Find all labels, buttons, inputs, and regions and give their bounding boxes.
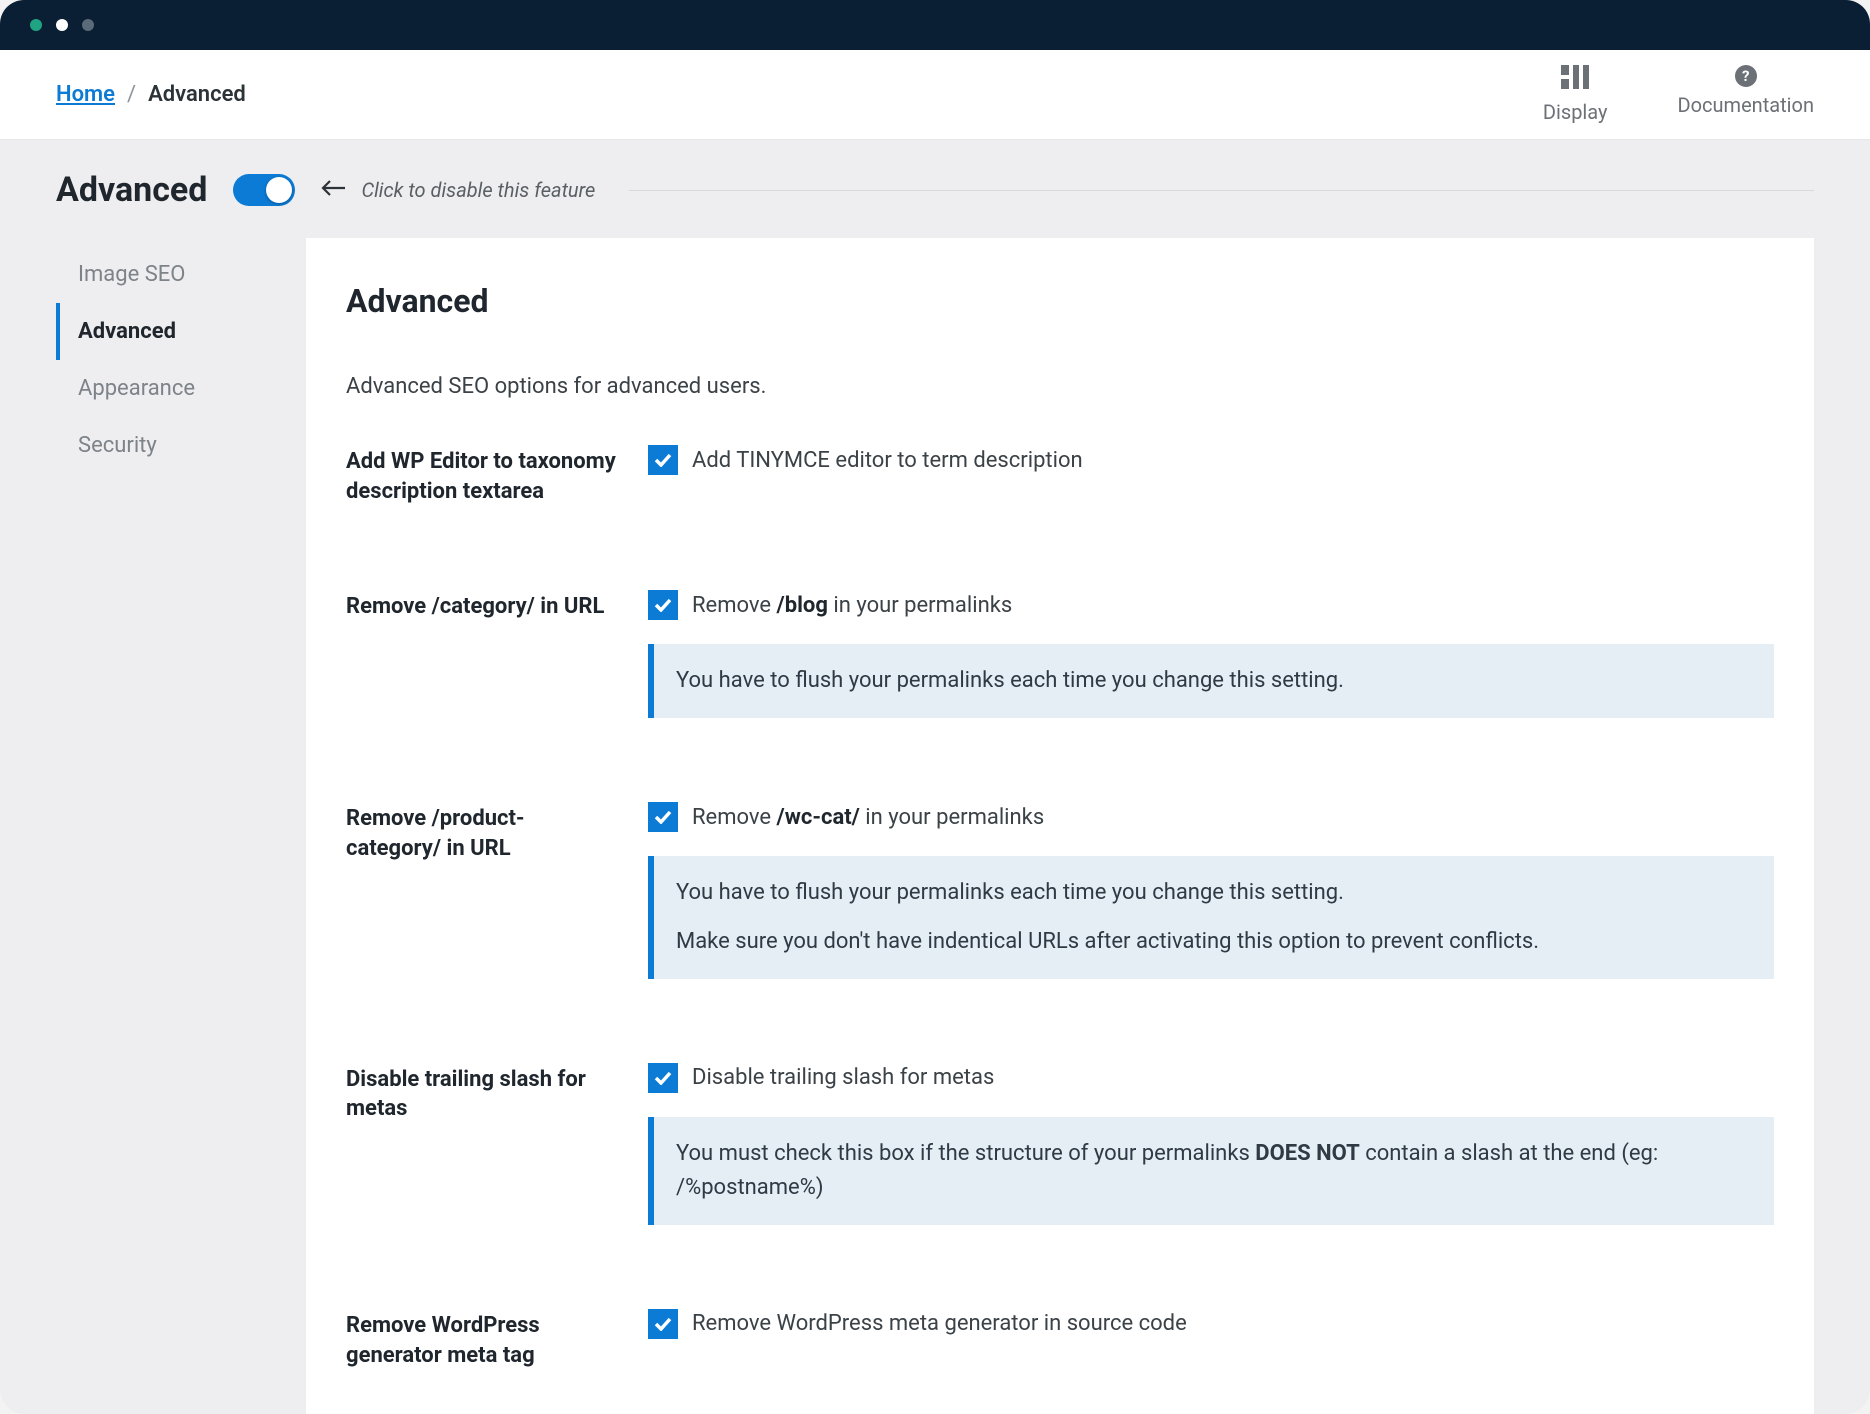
checkbox-trailing-slash[interactable] — [648, 1063, 678, 1093]
checkbox-label: Remove WordPress meta generator in sourc… — [692, 1311, 1187, 1336]
display-button[interactable]: Display — [1543, 65, 1608, 124]
checkbox-label: Remove /wc-cat/ in your permalinks — [692, 805, 1044, 830]
breadcrumb: Home / Advanced — [56, 82, 246, 107]
notice-text: Make sure you don't have indentical URLs… — [676, 925, 1752, 959]
setting-label: Add WP Editor to taxonomy description te… — [346, 445, 618, 506]
checkbox-wp-editor[interactable] — [648, 445, 678, 475]
sidebar-item-security[interactable]: Security — [56, 417, 276, 474]
documentation-button[interactable]: ? Documentation — [1678, 65, 1815, 117]
notice-text: You have to flush your permalinks each t… — [676, 664, 1752, 698]
sidebar-item-image-seo[interactable]: Image SEO — [56, 246, 276, 303]
setting-remove-generator: Remove WordPress generator meta tag Remo… — [346, 1309, 1774, 1370]
traffic-dot-2[interactable] — [56, 19, 68, 31]
arrow-left-icon — [321, 178, 347, 202]
disable-hint-text: Click to disable this feature — [361, 178, 595, 202]
traffic-dot-3[interactable] — [82, 19, 94, 31]
setting-remove-product-category: Remove /product-category/ in URL Remove … — [346, 802, 1774, 978]
header-divider — [629, 190, 1814, 191]
checkbox-label: Disable trailing slash for metas — [692, 1065, 994, 1090]
dashboard-icon — [1561, 65, 1589, 94]
notice: You have to flush your permalinks each t… — [648, 644, 1774, 718]
feature-toggle[interactable] — [233, 174, 295, 206]
documentation-label: Documentation — [1678, 93, 1815, 117]
checkbox-remove-product-category[interactable] — [648, 802, 678, 832]
settings-panel: Advanced Advanced SEO options for advanc… — [306, 238, 1814, 1414]
notice: You must check this box if the structure… — [648, 1117, 1774, 1225]
setting-label: Remove /product-category/ in URL — [346, 802, 618, 978]
page-title: Advanced — [56, 170, 207, 210]
breadcrumb-sep: / — [127, 82, 136, 107]
checkbox-remove-generator[interactable] — [648, 1309, 678, 1339]
notice-text: You must check this box if the structure… — [676, 1137, 1752, 1205]
traffic-dot-1[interactable] — [30, 19, 42, 31]
help-icon: ? — [1735, 65, 1757, 87]
notice: You have to flush your permalinks each t… — [648, 856, 1774, 978]
sidebar-item-advanced[interactable]: Advanced — [56, 303, 276, 360]
sidebar-item-appearance[interactable]: Appearance — [56, 360, 276, 417]
checkbox-remove-category[interactable] — [648, 590, 678, 620]
setting-wp-editor: Add WP Editor to taxonomy description te… — [346, 445, 1774, 506]
checkbox-label: Remove /blog in your permalinks — [692, 593, 1012, 618]
breadcrumb-current: Advanced — [148, 82, 246, 107]
disable-hint: Click to disable this feature — [321, 178, 595, 202]
setting-label: Remove WordPress generator meta tag — [346, 1309, 618, 1370]
breadcrumb-home-link[interactable]: Home — [56, 82, 115, 107]
window-titlebar — [0, 0, 1870, 50]
notice-text: You have to flush your permalinks each t… — [676, 876, 1752, 910]
display-label: Display — [1543, 100, 1608, 124]
setting-label: Disable trailing slash for metas — [346, 1063, 618, 1225]
sidebar: Image SEO Advanced Appearance Security — [56, 238, 276, 474]
checkbox-label: Add TINYMCE editor to term description — [692, 448, 1083, 473]
setting-trailing-slash: Disable trailing slash for metas Disable… — [346, 1063, 1774, 1225]
page-header: Advanced Click to disable this feature — [56, 170, 1814, 210]
setting-label: Remove /category/ in URL — [346, 590, 618, 718]
topbar: Home / Advanced Display ? Documentation — [0, 50, 1870, 140]
setting-remove-category: Remove /category/ in URL Remove /blog in… — [346, 590, 1774, 718]
panel-description: Advanced SEO options for advanced users. — [346, 374, 1774, 399]
panel-heading: Advanced — [346, 282, 1774, 320]
